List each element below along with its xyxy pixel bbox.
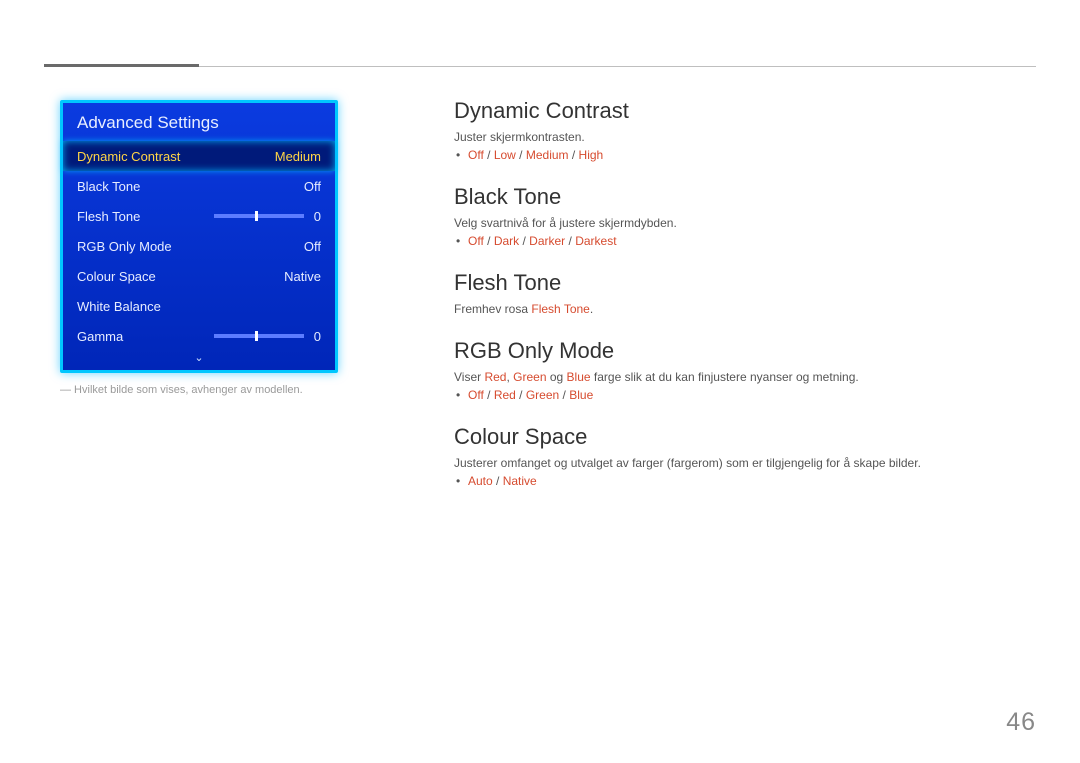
opts-rgb-only: Off / Red / Green / Blue — [468, 388, 1036, 402]
heading-flesh-tone: Flesh Tone — [454, 270, 1036, 296]
osd-item-label: Flesh Tone — [77, 209, 140, 224]
osd-item-white-balance[interactable]: White Balance — [63, 291, 335, 321]
osd-item-label: Gamma — [77, 329, 123, 344]
osd-item-colour-space[interactable]: Colour Space Native — [63, 261, 335, 291]
osd-item-value: Medium — [275, 149, 321, 164]
opts-black-tone: Off / Dark / Darker / Darkest — [468, 234, 1036, 248]
osd-item-label: Dynamic Contrast — [77, 149, 180, 164]
osd-item-label: Black Tone — [77, 179, 140, 194]
osd-title: Advanced Settings — [63, 103, 335, 141]
heading-rgb-only: RGB Only Mode — [454, 338, 1036, 364]
osd-item-label: RGB Only Mode — [77, 239, 172, 254]
page-top-rule — [44, 66, 1036, 67]
osd-item-black-tone[interactable]: Black Tone Off — [63, 171, 335, 201]
opts-dynamic-contrast: Off / Low / Medium / High — [468, 148, 1036, 162]
osd-item-value: Off — [304, 179, 321, 194]
page-number: 46 — [1006, 708, 1036, 737]
desc-dynamic-contrast: Juster skjermkontrasten. — [454, 130, 1036, 144]
slider[interactable] — [214, 334, 304, 338]
osd-item-value: Native — [284, 269, 321, 284]
osd-item-value: 0 — [314, 209, 321, 224]
desc-rgb-only: Viser Red, Green og Blue farge slik at d… — [454, 370, 1036, 384]
osd-item-gamma[interactable]: Gamma 0 — [63, 321, 335, 351]
osd-item-label: White Balance — [77, 299, 161, 314]
osd-panel: Advanced Settings Dynamic Contrast Medium… — [60, 100, 338, 373]
osd-item-rgb-only-mode[interactable]: RGB Only Mode Off — [63, 231, 335, 261]
osd-item-label: Colour Space — [77, 269, 156, 284]
panel-footnote: ― Hvilket bilde som vises, avhenger av m… — [60, 384, 303, 396]
heading-dynamic-contrast: Dynamic Contrast — [454, 98, 1036, 124]
heading-black-tone: Black Tone — [454, 184, 1036, 210]
desc-colour-space: Justerer omfanget og utvalget av farger … — [454, 456, 1036, 470]
chevron-down-icon[interactable]: ⌄ — [63, 351, 335, 370]
osd-item-value: Off — [304, 239, 321, 254]
doc-content: Dynamic Contrast Juster skjermkontrasten… — [454, 98, 1036, 488]
opts-colour-space: Auto / Native — [468, 474, 1036, 488]
heading-colour-space: Colour Space — [454, 424, 1036, 450]
desc-flesh-tone: Fremhev rosa Flesh Tone. — [454, 302, 1036, 316]
desc-black-tone: Velg svartnivå for å justere skjermdybde… — [454, 216, 1036, 230]
osd-item-value: 0 — [314, 329, 321, 344]
osd-item-dynamic-contrast[interactable]: Dynamic Contrast Medium — [63, 141, 335, 171]
slider[interactable] — [214, 214, 304, 218]
osd-item-flesh-tone[interactable]: Flesh Tone 0 — [63, 201, 335, 231]
